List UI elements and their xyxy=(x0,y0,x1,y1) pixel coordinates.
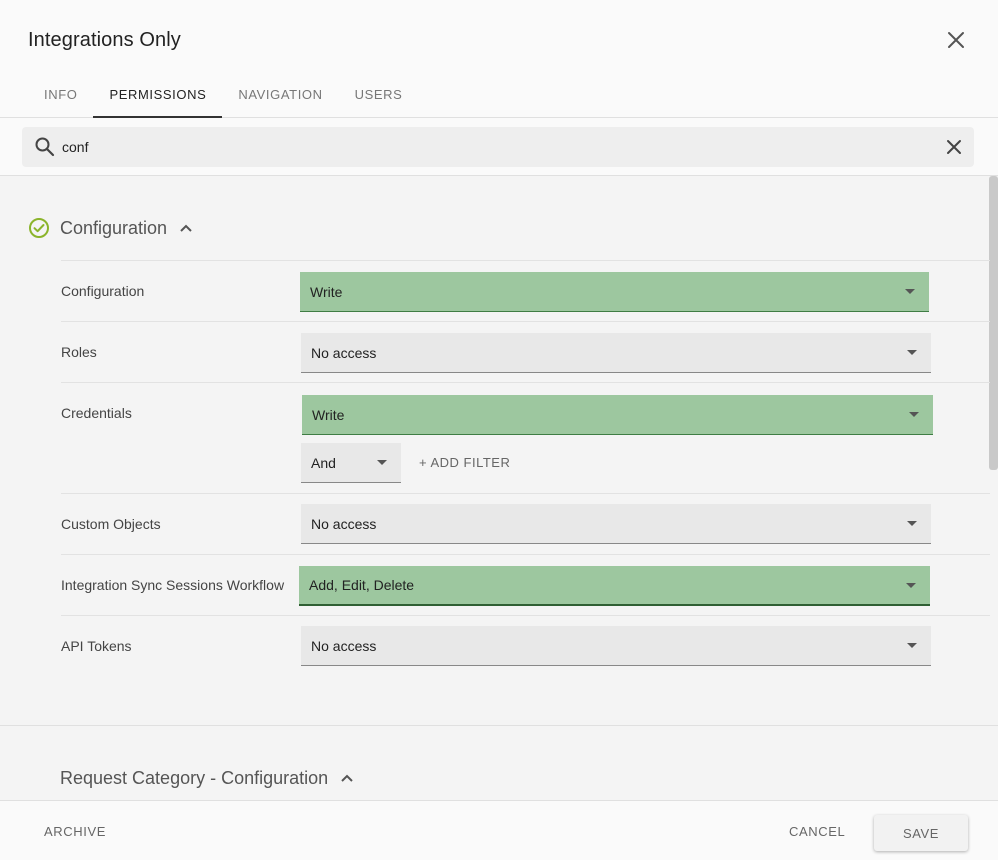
save-button[interactable]: SAVE xyxy=(874,815,968,851)
cancel-button[interactable]: CANCEL xyxy=(789,824,845,839)
permissions-content: Configuration Configuration Write Roles … xyxy=(0,176,998,800)
select-value: And xyxy=(311,454,336,471)
add-filter-button[interactable]: + ADD FILTER xyxy=(419,455,510,470)
permission-select-integration-sync-sessions-workflow[interactable]: Add, Edit, Delete xyxy=(299,566,930,606)
search-input[interactable] xyxy=(62,127,922,167)
select-value: No access xyxy=(311,515,377,532)
tab-permissions[interactable]: PERMISSIONS xyxy=(93,70,223,118)
permission-label: Configuration xyxy=(61,283,145,299)
scrollbar[interactable] xyxy=(989,176,998,470)
tab-users[interactable]: USERS xyxy=(339,70,419,118)
dropdown-arrow-icon xyxy=(907,350,917,355)
archive-button[interactable]: ARCHIVE xyxy=(44,824,106,839)
permission-select-custom-objects[interactable]: No access xyxy=(301,504,931,544)
dropdown-arrow-icon xyxy=(907,521,917,526)
permission-label: Roles xyxy=(61,344,97,360)
permission-row-credentials: Credentials Write And + ADD FILTER xyxy=(61,382,990,493)
select-value: Add, Edit, Delete xyxy=(309,577,415,593)
dropdown-arrow-icon xyxy=(909,412,919,417)
filter-operator-select[interactable]: And xyxy=(301,443,401,483)
section-header-configuration[interactable]: Configuration xyxy=(28,214,193,242)
permission-select-roles[interactable]: No access xyxy=(301,333,931,373)
section-title: Request Category - Configuration xyxy=(60,767,329,788)
check-circle-icon xyxy=(29,218,49,238)
permission-select-credentials[interactable]: Write xyxy=(302,395,933,435)
section-divider xyxy=(0,725,998,726)
section-header-request-category-configuration[interactable]: Request Category - Configuration xyxy=(60,764,354,792)
permission-label: Credentials xyxy=(61,405,132,421)
chevron-up-icon xyxy=(179,223,193,233)
close-button[interactable] xyxy=(940,24,972,56)
dropdown-arrow-icon xyxy=(377,460,387,465)
dropdown-arrow-icon xyxy=(905,289,915,294)
permission-row-custom-objects: Custom Objects No access xyxy=(61,493,990,554)
permission-select-api-tokens[interactable]: No access xyxy=(301,626,931,666)
permission-select-configuration[interactable]: Write xyxy=(300,272,929,312)
search-icon xyxy=(35,137,55,157)
search-bar-container xyxy=(0,118,998,176)
dialog-title: Integrations Only xyxy=(28,29,181,51)
dropdown-arrow-icon xyxy=(906,583,916,588)
section-title: Configuration xyxy=(60,217,168,238)
search-bar xyxy=(22,127,974,167)
dialog-header: Integrations Only INFO PERMISSIONS NAVIG… xyxy=(0,0,998,118)
permission-row-api-tokens: API Tokens No access xyxy=(61,615,990,676)
chevron-up-icon xyxy=(340,773,354,783)
dropdown-arrow-icon xyxy=(907,643,917,648)
tab-navigation[interactable]: NAVIGATION xyxy=(222,70,338,118)
close-icon xyxy=(948,32,964,48)
tab-bar: INFO PERMISSIONS NAVIGATION USERS xyxy=(28,70,418,118)
select-value: No access xyxy=(311,637,377,654)
permission-label: Custom Objects xyxy=(61,516,161,532)
permission-row-roles: Roles No access xyxy=(61,321,990,382)
close-icon xyxy=(947,140,961,154)
clear-search-button[interactable] xyxy=(942,135,966,159)
select-value: No access xyxy=(311,344,377,361)
permission-label: Integration Sync Sessions Workflow xyxy=(61,577,285,593)
select-value: Write xyxy=(312,406,345,423)
permission-row-configuration: Configuration Write xyxy=(61,260,990,321)
dialog-footer: ARCHIVE CANCEL SAVE xyxy=(0,800,998,860)
permission-label: API Tokens xyxy=(61,638,132,654)
tab-info[interactable]: INFO xyxy=(28,70,93,118)
select-value: Write xyxy=(310,283,343,300)
permission-row-integration-sync-sessions-workflow: Integration Sync Sessions Workflow Add, … xyxy=(61,554,990,615)
